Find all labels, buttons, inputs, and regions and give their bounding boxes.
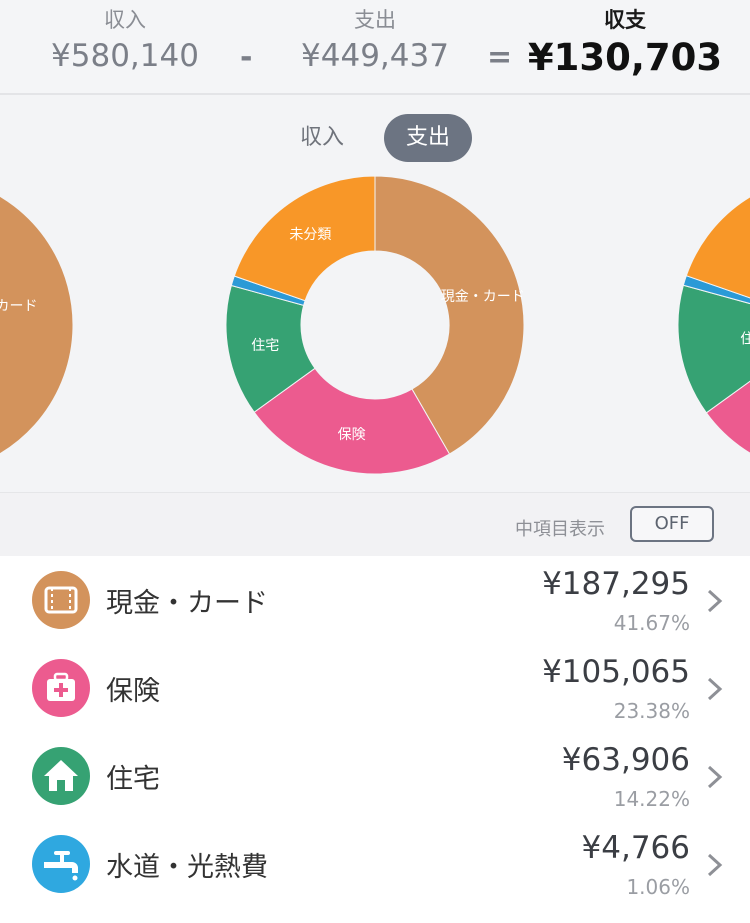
wallet-icon [32,571,90,629]
expense-summary: 支出 ¥449,437 [290,0,460,90]
list-item-housing[interactable]: 住宅 ¥63,906 14.22% [0,732,750,820]
category-name: 水道・光熱費 [106,852,268,883]
category-amount: ¥187,295 [542,566,690,602]
donut-slice-label: 現金・カード [441,289,525,305]
list-item-cash-card[interactable]: 現金・カード ¥187,295 41.67% [0,556,750,644]
subcategory-display-label: 中項目表示 [515,519,605,540]
faucet-icon [32,835,90,893]
donut-slice-label: 現金・カード [0,299,37,315]
category-percent: 41.67% [613,611,690,635]
subcategory-toggle-button[interactable]: OFF [630,506,714,542]
category-amount: ¥63,906 [561,742,690,778]
toggle-income-tab[interactable]: 収入 [290,122,354,154]
donut-slice-label: 未分類 [289,227,331,243]
donut-slice-label: 住宅 [740,331,750,347]
income-label: 収入 [104,8,146,32]
chevron-right-icon [707,589,723,613]
subcategory-bar: 中項目表示 OFF [0,492,750,556]
house-icon [32,747,90,805]
category-list: 現金・カード ¥187,295 41.67% 保険 ¥105,065 23.38… [0,556,750,908]
income-summary: 収入 ¥580,140 [40,0,210,90]
balance-label: 収支 [604,8,646,32]
chevron-right-icon [707,853,723,877]
chevron-right-icon [707,765,723,789]
donut-chart-area[interactable]: 現金・カード保険住宅未分類現金・カード住宅住宅未分類 [0,95,750,492]
list-item-utilities[interactable]: 水道・光熱費 ¥4,766 1.06% [0,820,750,908]
donut-chart-current[interactable]: 現金・カード保険 住宅 未分類 [225,175,525,475]
donut-slice-label: 保険 [338,427,366,443]
category-percent: 14.22% [613,787,690,811]
income-value: ¥580,140 [51,38,199,74]
category-amount: ¥105,065 [542,654,690,690]
donut-slice[interactable] [0,175,74,455]
expense-label: 支出 [354,8,396,32]
toggle-expense-tab[interactable]: 支出 [384,114,472,162]
equals-sign: = [487,40,513,75]
chart-carousel[interactable]: 現金・カード保険住宅未分類現金・カード住宅住宅未分類 収入 支出 [0,95,750,492]
balance-value: ¥130,703 [527,36,723,79]
category-amount: ¥4,766 [581,830,690,866]
medical-kit-icon [32,659,90,717]
category-percent: 23.38% [613,699,690,723]
expense-value: ¥449,437 [301,38,449,74]
category-name: 住宅 [106,764,160,795]
donut-chart-previous[interactable]: 現金・カード住宅 [0,175,74,475]
summary-header: 収入 ¥580,140 - 支出 ¥449,437 = 収支 ¥130,703 [0,0,750,95]
category-name: 保険 [106,676,160,707]
category-name: 現金・カード [106,588,268,619]
donut-chart-next[interactable]: 住宅未分類 [677,175,750,475]
donut-slice-label: 住宅 [251,338,279,354]
balance-summary: 収支 ¥130,703 [520,0,730,90]
list-item-insurance[interactable]: 保険 ¥105,065 23.38% [0,644,750,732]
chevron-right-icon [707,677,723,701]
minus-sign: - [240,40,253,75]
category-percent: 1.06% [626,875,690,899]
